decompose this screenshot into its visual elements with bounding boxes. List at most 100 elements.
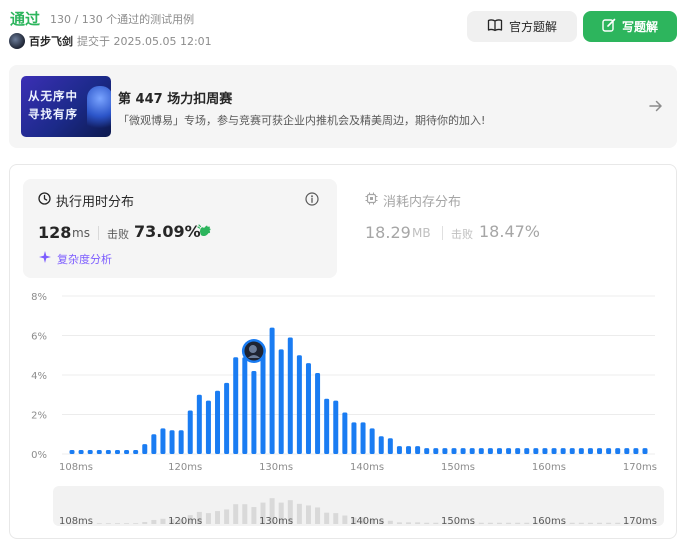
overview-bar: [224, 509, 230, 524]
overview-bar: [496, 522, 502, 524]
overview-bar: [142, 521, 148, 524]
overview-bar: [487, 522, 493, 524]
distribution-bar[interactable]: [151, 434, 157, 454]
distribution-bar[interactable]: [178, 430, 184, 454]
distribution-bar[interactable]: [196, 394, 202, 454]
distribution-bar[interactable]: [269, 327, 275, 454]
distribution-bar[interactable]: [351, 422, 357, 454]
distribution-bar[interactable]: [187, 410, 193, 454]
distribution-bar[interactable]: [169, 430, 175, 454]
distribution-bar[interactable]: [360, 422, 366, 454]
distribution-bar[interactable]: [342, 412, 348, 454]
distribution-bar[interactable]: [451, 448, 457, 454]
distribution-bar[interactable]: [333, 400, 339, 454]
overview-tick-label: 160ms: [532, 516, 566, 527]
distribution-bar[interactable]: [524, 448, 530, 454]
distribution-bar[interactable]: [387, 438, 393, 454]
distribution-bar[interactable]: [278, 349, 284, 454]
distribution-bar[interactable]: [142, 444, 148, 454]
overview-bar: [515, 522, 521, 524]
distribution-bar[interactable]: [606, 448, 612, 454]
distribution-bar[interactable]: [569, 448, 575, 454]
overview-bar: [215, 511, 221, 524]
distribution-bar[interactable]: [578, 448, 584, 454]
distribution-bar[interactable]: [160, 428, 166, 454]
distribution-bar[interactable]: [642, 448, 648, 454]
distribution-bar[interactable]: [424, 448, 430, 454]
distribution-bar[interactable]: [506, 448, 512, 454]
distribution-bar[interactable]: [215, 390, 221, 454]
overview-bar: [396, 522, 402, 524]
overview-bar: [124, 523, 130, 524]
overview-tick-label: 140ms: [350, 516, 384, 527]
overview-bar: [615, 522, 621, 524]
distribution-bar[interactable]: [124, 450, 130, 454]
distribution-bar[interactable]: [251, 371, 257, 454]
distribution-bar[interactable]: [542, 448, 548, 454]
distribution-bar[interactable]: [433, 448, 439, 454]
distribution-bar[interactable]: [96, 450, 102, 454]
overview-bar: [242, 504, 248, 524]
distribution-bar[interactable]: [415, 446, 421, 454]
distribution-bar[interactable]: [615, 448, 621, 454]
distribution-bar[interactable]: [78, 450, 84, 454]
distribution-bar[interactable]: [515, 448, 521, 454]
overview-bar: [114, 523, 120, 524]
distribution-bar[interactable]: [296, 355, 302, 454]
overview-tick-label: 170ms: [623, 516, 657, 527]
overview-bar: [96, 523, 102, 524]
distribution-bar[interactable]: [487, 448, 493, 454]
overview-bar: [406, 522, 412, 524]
distribution-bar[interactable]: [105, 450, 111, 454]
overview-tick-label: 120ms: [168, 516, 202, 527]
distribution-bar[interactable]: [114, 450, 120, 454]
distribution-bar[interactable]: [324, 398, 330, 454]
distribution-bar[interactable]: [460, 448, 466, 454]
overview-bar: [160, 518, 166, 524]
runtime-distribution-chart: 0% 2% 4% 6% 8% 108ms 108ms 120ms 120ms 130ms 130ms…: [31, 292, 657, 527]
distribution-bar[interactable]: [69, 450, 75, 454]
overview-bar: [233, 504, 239, 524]
overview-tick-label: 150ms: [441, 516, 475, 527]
distribution-bar[interactable]: [442, 448, 448, 454]
distribution-bar[interactable]: [478, 448, 484, 454]
distribution-bar[interactable]: [496, 448, 502, 454]
y-tick-label: 4%: [31, 371, 47, 382]
overview-bar: [587, 522, 593, 524]
overview-bar: [151, 519, 157, 524]
distribution-bar[interactable]: [87, 450, 93, 454]
distribution-bar[interactable]: [469, 448, 475, 454]
distribution-bar[interactable]: [624, 448, 630, 454]
x-tick-label: 130ms: [259, 462, 293, 473]
distribution-bar[interactable]: [396, 446, 402, 454]
x-tick-label: 160ms: [532, 462, 566, 473]
overview-bar: [251, 507, 257, 524]
distribution-bar[interactable]: [551, 448, 557, 454]
overview-bar: [387, 520, 393, 524]
distribution-bar[interactable]: [260, 349, 266, 454]
distribution-bar[interactable]: [133, 450, 139, 454]
distribution-bar[interactable]: [315, 373, 321, 454]
overview-bar: [305, 505, 311, 524]
overview-bar: [342, 515, 348, 524]
distribution-bar[interactable]: [533, 448, 539, 454]
distribution-bar[interactable]: [224, 382, 230, 454]
distribution-bar[interactable]: [205, 400, 211, 454]
overview-bar: [315, 507, 321, 524]
distribution-bar[interactable]: [369, 428, 375, 454]
distribution-bar[interactable]: [406, 446, 412, 454]
distribution-bar[interactable]: [633, 448, 639, 454]
distribution-bar[interactable]: [287, 337, 293, 454]
distribution-bar[interactable]: [560, 448, 566, 454]
distribution-bar[interactable]: [233, 357, 239, 454]
distribution-bar[interactable]: [242, 357, 248, 454]
distribution-bar[interactable]: [378, 436, 384, 454]
y-tick-label: 8%: [31, 292, 47, 303]
user-avatar-icon[interactable]: [241, 339, 266, 364]
distribution-bar[interactable]: [597, 448, 603, 454]
x-tick-label: 120ms: [168, 462, 202, 473]
overview-bar: [205, 513, 211, 524]
distribution-bar[interactable]: [305, 363, 311, 454]
distribution-bar[interactable]: [587, 448, 593, 454]
y-tick-label: 6%: [31, 332, 47, 343]
